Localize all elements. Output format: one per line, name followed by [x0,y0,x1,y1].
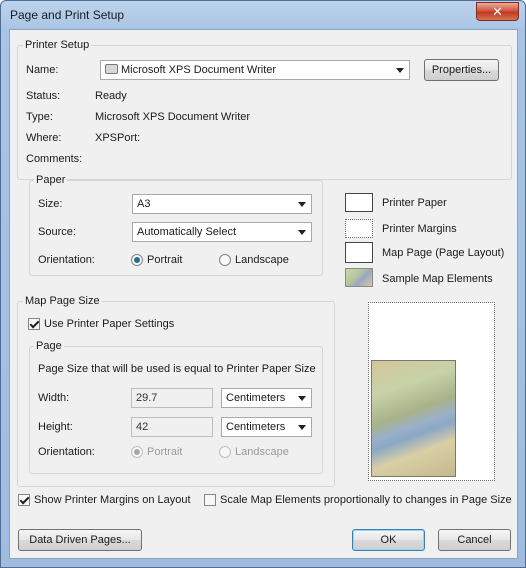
portrait-label[interactable]: Portrait [147,254,182,266]
printer-margins-legend: Printer Margins [382,223,457,235]
width-label: Width: [38,392,70,404]
scale-elements-checkbox[interactable] [204,494,216,506]
height-input[interactable]: 42 [131,417,213,437]
page-landscape-label: Landscape [235,446,289,458]
portrait-radio[interactable] [131,254,143,266]
chevron-down-icon [396,68,404,73]
paper-orientation-label: Orientation: [38,254,95,266]
scale-elements-label[interactable]: Scale Map Elements proportionally to cha… [220,494,512,506]
where-value: XPSPort: [95,132,141,144]
page-legend: Page [34,340,64,352]
title-bar[interactable]: Page and Print Setup ✕ [1,1,525,29]
map-page-swatch [345,242,373,263]
dialog-client-area: Printer Setup Name: Microsoft XPS Docume… [9,29,518,559]
printer-paper-legend: Printer Paper [382,197,447,209]
page-portrait-label: Portrait [147,446,183,458]
data-driven-pages-button[interactable]: Data Driven Pages... [18,529,142,551]
paper-size-value: A3 [137,198,151,210]
chevron-down-icon [298,230,306,235]
status-value: Ready [95,90,127,102]
height-unit-select[interactable]: Centimeters [221,417,312,437]
paper-source-select[interactable]: Automatically Select [132,222,312,242]
page-portrait-radio [131,446,143,458]
status-label: Status: [26,90,61,102]
page-preview [368,302,495,481]
page-orientation-label: Orientation: [38,446,95,458]
comments-label: Comments: [26,153,83,165]
chevron-down-icon [298,396,306,401]
sample-map-legend: Sample Map Elements [382,273,493,285]
landscape-radio[interactable] [219,254,231,266]
map-page-legend: Map Page (Page Layout) [382,247,505,259]
printer-name-value: Microsoft XPS Document Writer [121,64,277,76]
cancel-button[interactable]: Cancel [438,529,511,551]
name-label: Name: [26,64,59,76]
source-label: Source: [38,226,76,238]
width-unit-value: Centimeters [226,392,286,404]
where-label: Where: [26,132,62,144]
use-printer-paper-checkbox[interactable] [28,318,40,330]
window-title: Page and Print Setup [10,8,125,22]
paper-legend: Paper [34,174,68,186]
close-icon: ✕ [492,4,503,19]
width-input[interactable]: 29.7 [131,388,213,408]
width-unit-select[interactable]: Centimeters [221,388,312,408]
printer-icon [105,64,118,74]
map-page-size-legend: Map Page Size [23,295,102,307]
ok-button[interactable]: OK [352,529,425,551]
printer-setup-legend: Printer Setup [23,39,92,51]
chevron-down-icon [298,425,306,430]
height-label: Height: [38,421,73,433]
type-value: Microsoft XPS Document Writer [95,111,251,123]
map-preview [371,360,456,477]
paper-source-value: Automatically Select [137,226,237,238]
height-unit-value: Centimeters [226,421,286,433]
printer-margins-swatch [345,219,373,238]
chevron-down-icon [298,202,306,207]
sample-map-swatch [345,268,373,287]
page-info-text: Page Size that will be used is equal to … [38,363,316,375]
use-printer-paper-label[interactable]: Use Printer Paper Settings [44,318,174,330]
printer-paper-swatch [345,193,373,212]
type-label: Type: [26,111,53,123]
dialog-window: Page and Print Setup ✕ Printer Setup Nam… [0,0,526,568]
page-landscape-radio [219,446,231,458]
landscape-label[interactable]: Landscape [235,254,289,266]
show-margins-checkbox[interactable] [18,494,30,506]
properties-button[interactable]: Properties... [424,59,499,81]
paper-size-select[interactable]: A3 [132,194,312,214]
size-label: Size: [38,198,63,210]
close-button[interactable]: ✕ [476,2,519,21]
show-margins-label[interactable]: Show Printer Margins on Layout [34,494,191,506]
printer-name-select[interactable]: Microsoft XPS Document Writer [100,60,410,80]
